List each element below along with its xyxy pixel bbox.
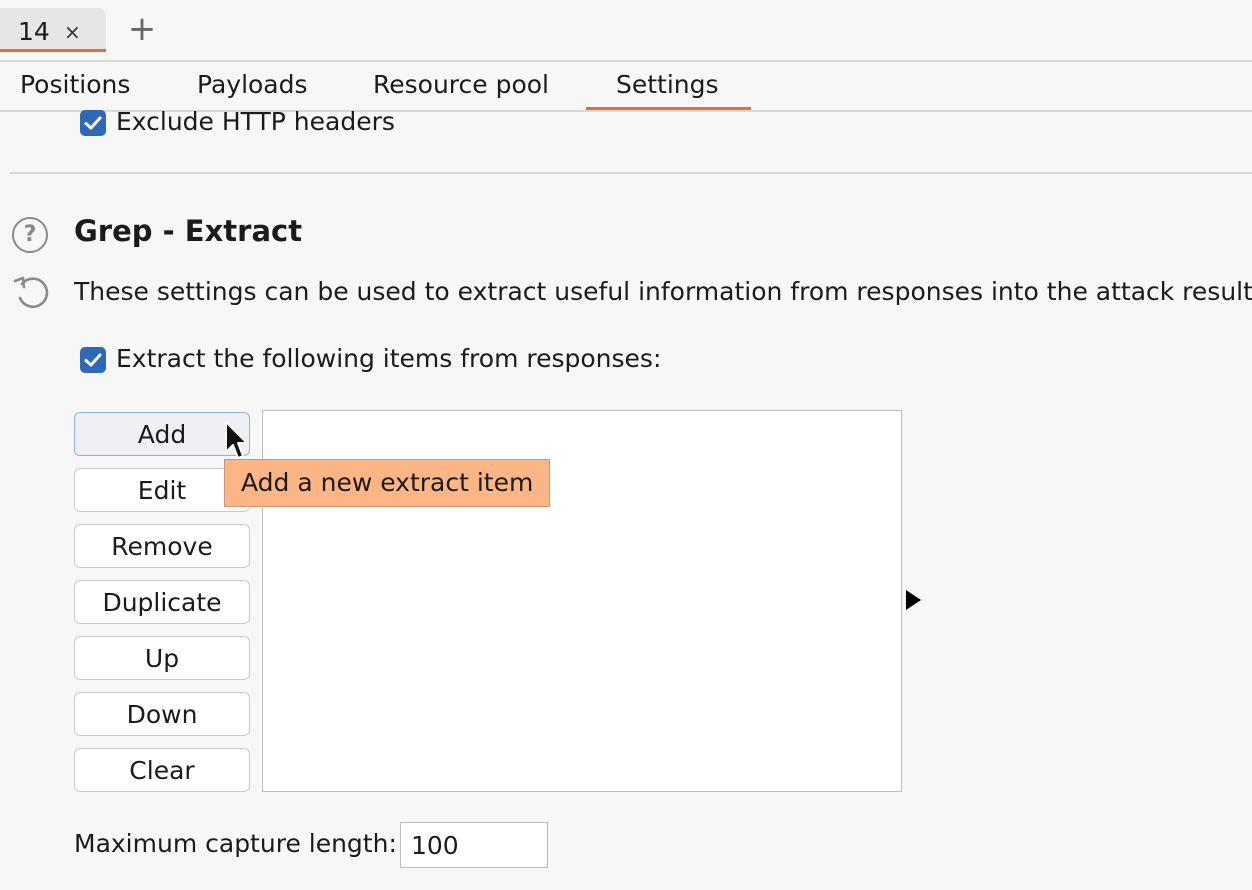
extract-items-label: Extract the following items from respons… <box>116 344 662 373</box>
max-capture-length-label: Maximum capture length: <box>74 829 397 858</box>
attack-tab-strip: 14 × + <box>0 0 1252 62</box>
tab-resource-pool[interactable]: Resource pool <box>373 70 549 110</box>
settings-sub-tabs: Positions Payloads Resource pool Setting… <box>0 62 1252 112</box>
close-icon[interactable]: × <box>64 20 81 44</box>
extract-items-checkbox[interactable] <box>80 347 106 373</box>
section-divider <box>10 172 1252 174</box>
add-button-tooltip: Add a new extract item <box>224 459 551 507</box>
max-capture-length-input[interactable] <box>400 822 548 868</box>
attack-tab-14[interactable]: 14 × <box>0 8 106 52</box>
remove-button[interactable]: Remove <box>74 524 250 568</box>
help-circle-icon[interactable]: ? <box>12 217 48 253</box>
down-button[interactable]: Down <box>74 692 250 736</box>
mouse-pointer-icon <box>225 421 248 459</box>
tab-settings[interactable]: Settings <box>586 70 751 110</box>
attack-tab-label: 14 <box>18 17 50 46</box>
reset-icon[interactable] <box>12 272 52 312</box>
intruder-settings-page: 14 × + Positions Payloads Resource pool … <box>0 0 1252 890</box>
new-tab-plus-icon[interactable]: + <box>126 12 158 48</box>
exclude-http-headers-checkbox[interactable] <box>80 110 106 136</box>
duplicate-button[interactable]: Duplicate <box>74 580 250 624</box>
exclude-http-headers-label: Exclude HTTP headers <box>116 107 395 136</box>
up-button[interactable]: Up <box>74 636 250 680</box>
tab-payloads[interactable]: Payloads <box>197 70 308 110</box>
expand-arrow-icon[interactable] <box>906 590 921 610</box>
section-title: Grep - Extract <box>74 214 303 248</box>
tab-positions[interactable]: Positions <box>20 70 130 110</box>
clear-button[interactable]: Clear <box>74 748 250 792</box>
section-description: These settings can be used to extract us… <box>74 277 1252 306</box>
